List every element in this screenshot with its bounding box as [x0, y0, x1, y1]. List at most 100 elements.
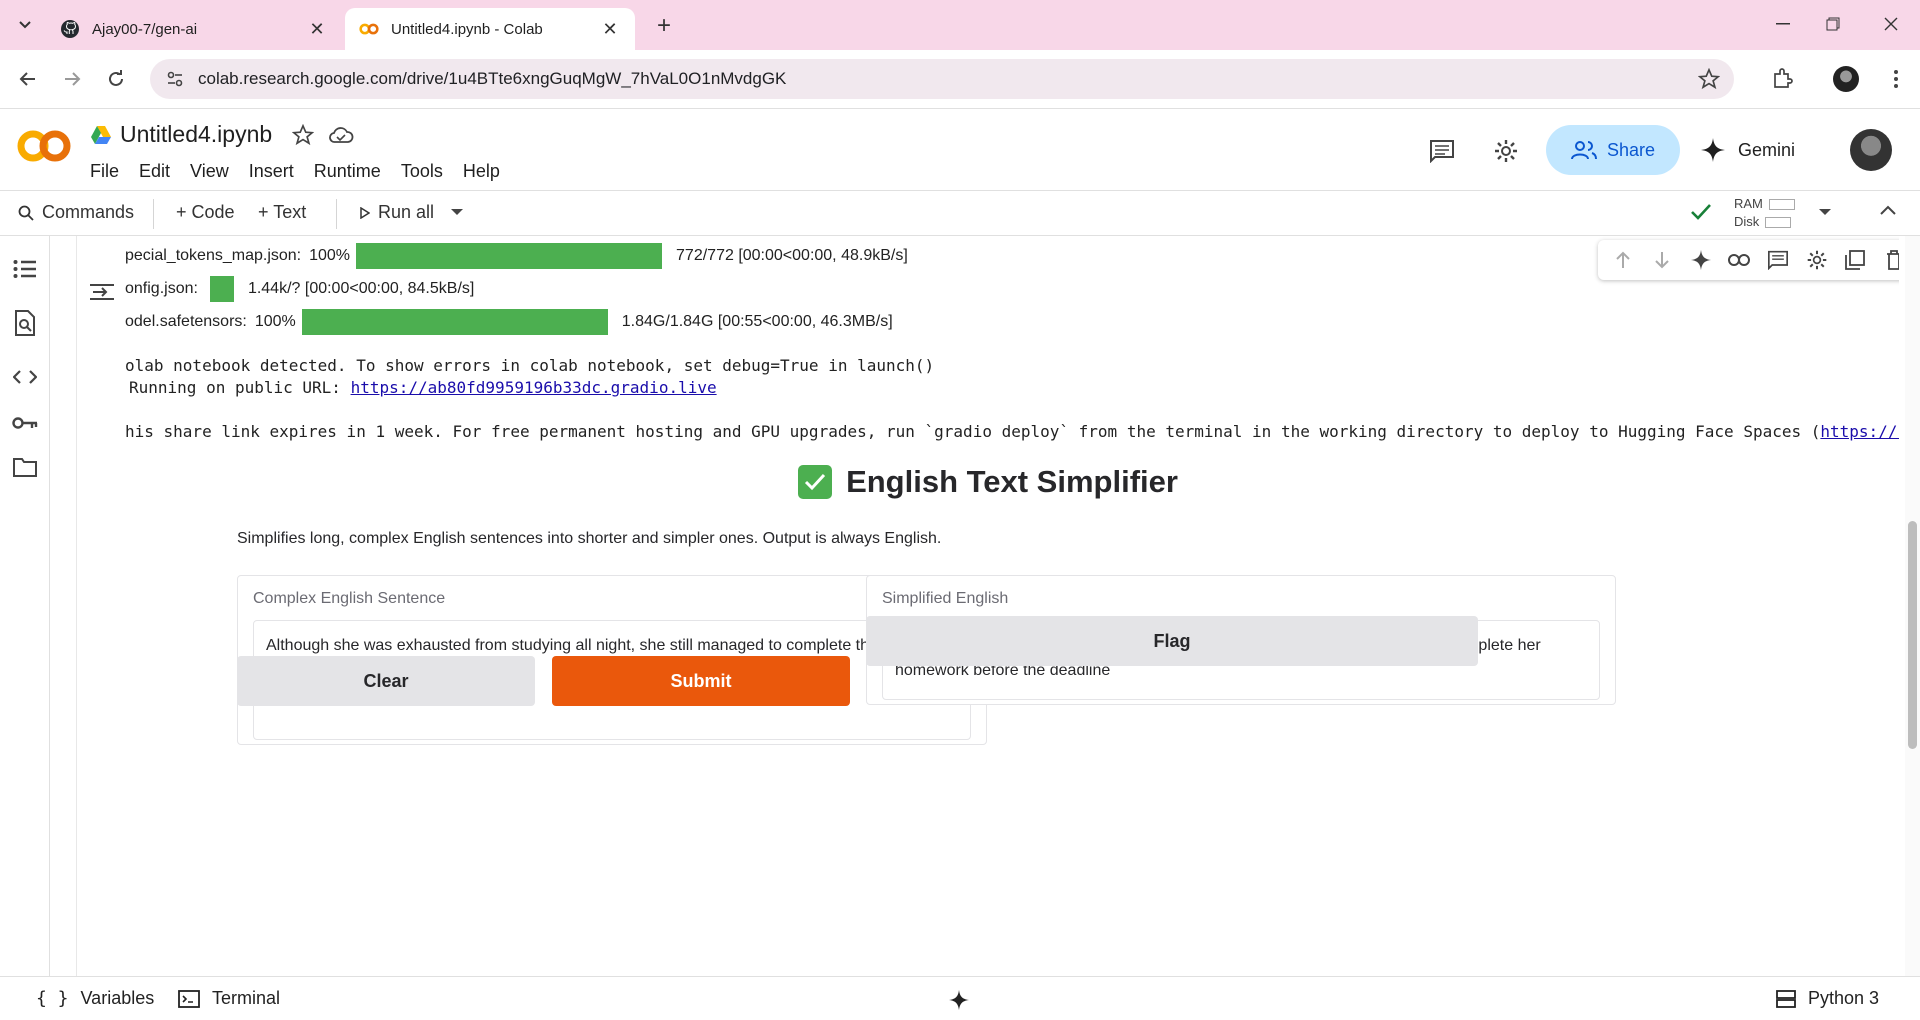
menu-file[interactable]: File — [90, 161, 119, 182]
menu-edit[interactable]: Edit — [139, 161, 170, 182]
secrets-key-icon[interactable] — [10, 408, 40, 438]
progress-stats: 1.84G/1.84G [00:55<00:00, 46.3MB/s] — [621, 313, 893, 330]
terminal-button[interactable]: Terminal — [178, 988, 280, 1009]
link-icon[interactable] — [1725, 246, 1753, 274]
new-tab-button[interactable]: + — [650, 12, 678, 40]
add-text-button[interactable]: + Text — [258, 202, 306, 223]
divider — [153, 199, 154, 229]
notebook-scrollbar[interactable] — [1905, 236, 1920, 976]
notebook-title[interactable]: Untitled4.ipynb — [120, 121, 272, 148]
move-up-icon[interactable] — [1609, 246, 1637, 274]
close-window-icon[interactable] — [1868, 6, 1914, 42]
add-code-button[interactable]: + Code — [176, 202, 235, 223]
gemini-button[interactable]: Gemini — [1700, 125, 1828, 175]
divider — [336, 199, 337, 229]
close-tab-icon[interactable]: ✕ — [306, 18, 328, 40]
variables-button[interactable]: { } Variables — [36, 988, 154, 1009]
browser-tab-colab[interactable]: Untitled4.ipynb - Colab ✕ — [345, 8, 635, 50]
app-title: English Text Simplifier — [77, 464, 1899, 500]
site-settings-icon[interactable] — [162, 66, 188, 92]
log-line: Running on public URL: https://ab80fd995… — [129, 378, 717, 397]
gemini-sparkle-icon[interactable] — [1687, 246, 1715, 274]
command-bar: Commands + Code + Text Run all RAM Disk — [0, 190, 1920, 236]
forward-icon[interactable] — [56, 63, 88, 95]
connected-check-icon[interactable] — [1690, 203, 1712, 221]
menu-tools[interactable]: Tools — [401, 161, 443, 182]
gemini-sparkle-icon[interactable] — [948, 989, 970, 1011]
close-tab-icon[interactable]: ✕ — [599, 18, 621, 40]
reload-icon[interactable] — [100, 63, 132, 95]
run-all-label: Run all — [378, 202, 435, 222]
clear-button[interactable]: Clear — [237, 656, 535, 706]
progress-percent: 100% — [309, 247, 351, 264]
profile-avatar[interactable] — [1830, 63, 1862, 95]
move-down-icon[interactable] — [1648, 246, 1676, 274]
colab-header: Untitled4.ipynb File Edit View Insert Ru… — [0, 108, 1920, 190]
star-icon[interactable] — [292, 123, 315, 146]
run-all-button[interactable]: Run all — [360, 202, 434, 223]
chevron-down-icon — [19, 21, 31, 29]
scrollbar-thumb[interactable] — [1908, 521, 1917, 749]
collapse-header-icon[interactable] — [1880, 205, 1896, 215]
address-bar[interactable]: colab.research.google.com/drive/1u4BTte6… — [150, 59, 1734, 99]
progress-bar — [209, 276, 234, 302]
flag-button[interactable]: Flag — [866, 616, 1478, 666]
browser-menu-icon[interactable] — [1880, 63, 1912, 95]
restore-icon[interactable] — [1810, 6, 1856, 42]
menu-runtime[interactable]: Runtime — [314, 161, 381, 182]
table-of-contents-icon[interactable] — [10, 254, 40, 284]
find-replace-icon[interactable] — [10, 308, 40, 338]
settings-gear-icon[interactable] — [1486, 131, 1526, 171]
log-line: olab notebook detected. To show errors i… — [125, 356, 935, 375]
output-actions-icon[interactable] — [89, 282, 119, 306]
commands-button[interactable]: Commands — [18, 202, 134, 223]
browser-toolbar: colab.research.google.com/drive/1u4BTte6… — [0, 50, 1920, 108]
delete-icon[interactable] — [1880, 246, 1899, 274]
app-title-text: English Text Simplifier — [846, 464, 1178, 499]
runtime-type-button[interactable]: Python 3 — [1776, 988, 1879, 1009]
tab-search-button[interactable] — [10, 10, 40, 40]
public-url-link[interactable]: https://ab80fd9959196b33dc.gradio.live — [351, 378, 717, 397]
colab-icon — [359, 23, 379, 35]
runtime-dropdown[interactable] — [1818, 208, 1832, 216]
colab-logo[interactable] — [16, 127, 72, 165]
commands-label: Commands — [42, 202, 135, 222]
minimize-icon[interactable] — [1760, 6, 1806, 42]
menu-insert[interactable]: Insert — [249, 161, 294, 182]
menu-view[interactable]: View — [190, 161, 229, 182]
caret-down-icon — [1819, 209, 1831, 215]
log-text: Running on public URL: — [129, 378, 351, 397]
runtime-label: Python 3 — [1808, 988, 1880, 1008]
browser-tab-github[interactable]: Ajay00-7/gen-ai ✕ — [46, 8, 342, 50]
run-all-dropdown[interactable] — [450, 208, 464, 216]
bookmark-star-icon[interactable] — [1698, 68, 1720, 90]
google-drive-icon[interactable] — [90, 125, 112, 145]
extensions-icon[interactable] — [1766, 63, 1798, 95]
tab-title: Untitled4.ipynb - Colab — [391, 20, 543, 38]
back-icon[interactable] — [12, 63, 44, 95]
submit-button[interactable]: Submit — [552, 656, 850, 706]
mirror-cell-icon[interactable] — [1841, 246, 1869, 274]
progress-bar — [301, 309, 608, 335]
play-icon — [360, 206, 370, 219]
comment-icon[interactable] — [1764, 246, 1792, 274]
left-sidebar — [0, 236, 50, 976]
ram-bar — [1768, 199, 1795, 211]
ram-disk-indicator[interactable]: RAM Disk — [1734, 195, 1795, 231]
comments-icon[interactable] — [1422, 131, 1462, 171]
log-text: his share link expires in 1 week. For fr… — [125, 422, 1821, 441]
progress-row: odel.safetensors: 100% 1.84G/1.84G [00:5… — [125, 308, 893, 336]
files-folder-icon[interactable] — [10, 452, 40, 482]
progress-name: onfig.json: — [125, 280, 198, 297]
docs-link[interactable]: https://h — [1820, 422, 1899, 441]
progress-percent: 100% — [254, 313, 296, 330]
github-icon — [61, 20, 79, 38]
progress-stats: 772/772 [00:00<00:00, 48.9kB/s] — [676, 247, 908, 264]
menu-help[interactable]: Help — [463, 161, 500, 182]
share-button[interactable]: Share — [1546, 125, 1680, 175]
account-avatar[interactable] — [1850, 129, 1892, 171]
cell-settings-icon[interactable] — [1803, 246, 1831, 274]
cloud-saved-icon[interactable] — [328, 125, 354, 145]
code-snippets-icon[interactable] — [10, 362, 40, 392]
caret-down-icon — [451, 209, 463, 215]
